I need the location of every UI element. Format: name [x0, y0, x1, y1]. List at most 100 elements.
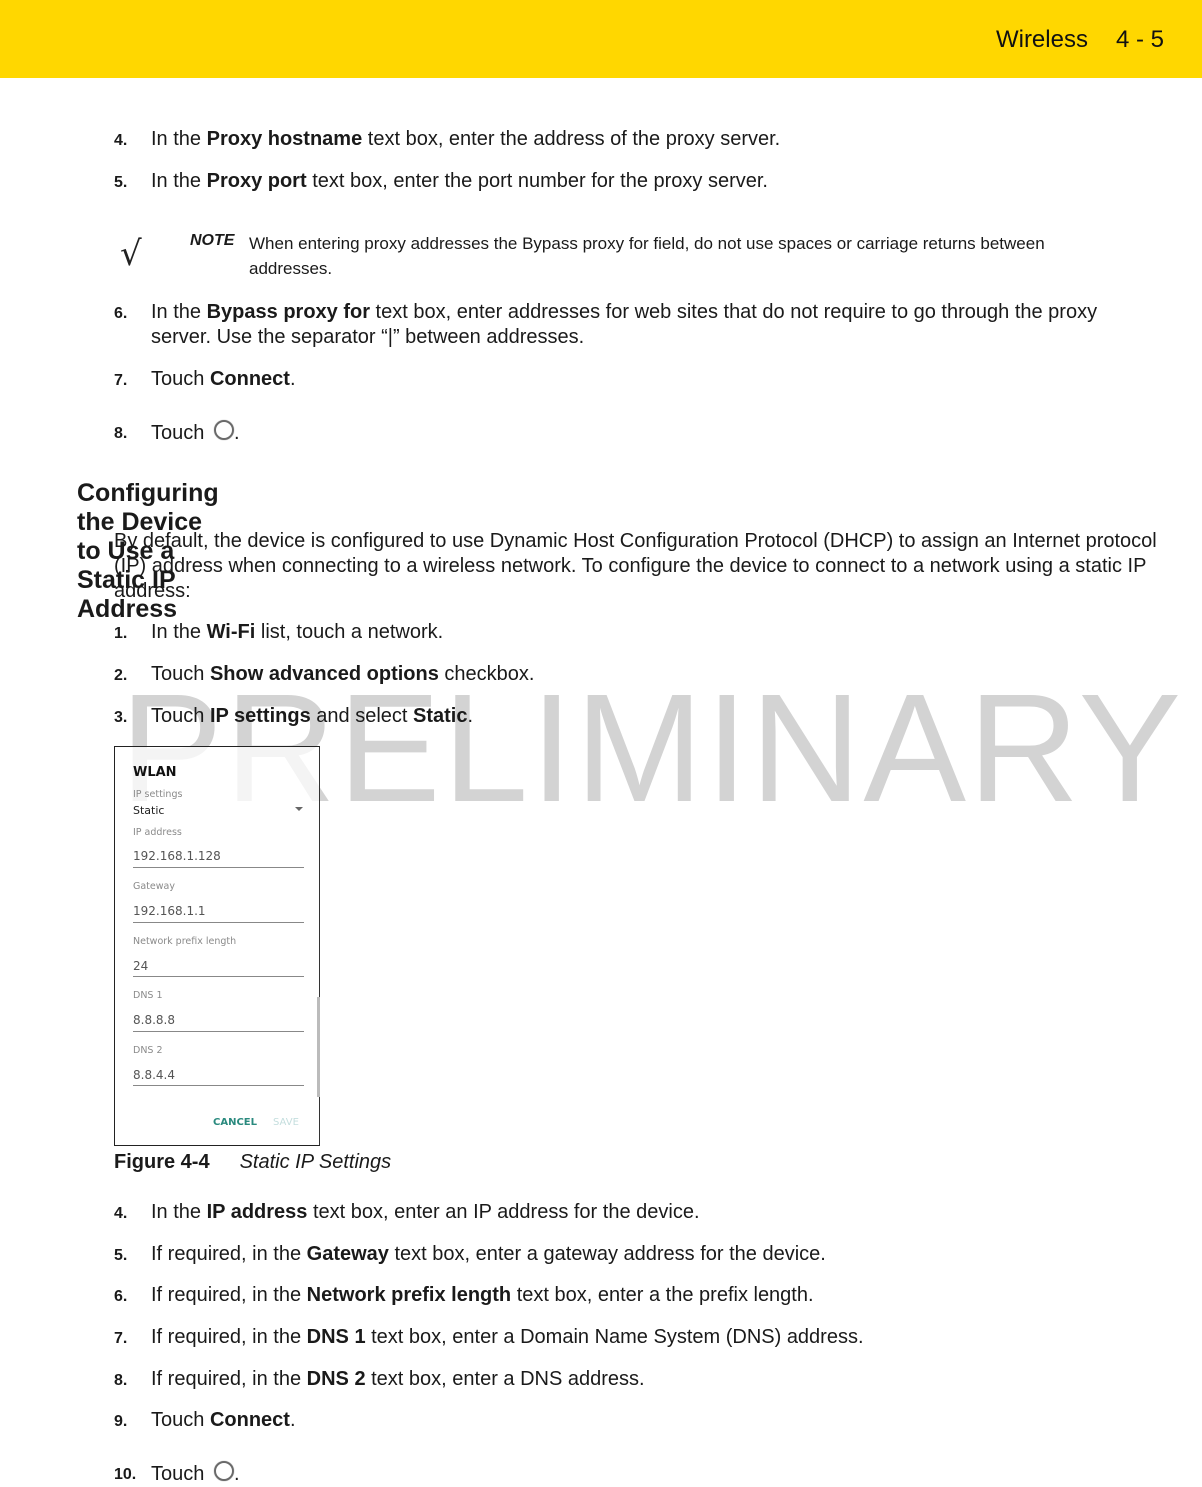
step-item: 7. Touch Connect. [114, 367, 1154, 392]
text: In the [151, 1201, 207, 1223]
ip-address-field[interactable]: 192.168.1.128 [133, 849, 221, 863]
step-item: 8. If required, in the DNS 2 text box, e… [114, 1367, 1154, 1392]
ui-term: DNS 1 [306, 1326, 366, 1348]
step-text: Touch . [151, 420, 1154, 446]
text: If required, in the [151, 1284, 307, 1306]
step-item: 4. In the Proxy hostname text box, enter… [114, 127, 1154, 152]
text: If required, in the [151, 1368, 307, 1390]
ui-term: Gateway [306, 1243, 389, 1265]
circle-home-icon [213, 1461, 234, 1481]
ui-term: Network prefix length [306, 1284, 512, 1306]
step-number: 8. [114, 425, 128, 442]
text: text box, enter a gateway address for th… [388, 1243, 826, 1265]
step-text: Touch Connect. [151, 367, 1154, 392]
text: In the [151, 128, 207, 150]
text: Touch [151, 368, 210, 390]
text: In the [151, 170, 207, 192]
cancel-button[interactable]: CANCEL [213, 1117, 257, 1128]
page-header: Wireless 4 - 5 [0, 0, 1202, 78]
text: If required, in the [151, 1326, 307, 1348]
gateway-field[interactable]: 192.168.1.1 [133, 904, 206, 918]
step-item: 1. In the Wi-Fi list, touch a network. [114, 620, 1154, 645]
prefix-length-field[interactable]: 24 [133, 959, 148, 973]
gateway-label: Gateway [133, 881, 175, 892]
ip-address-label: IP address [133, 827, 182, 838]
step-number: 8. [114, 1372, 128, 1389]
text: If required, in the [151, 1243, 307, 1265]
text: list, touch a network. [255, 621, 444, 643]
dialog-title: WLAN [133, 765, 177, 780]
step-text: In the Wi-Fi list, touch a network. [151, 620, 1154, 645]
note-text: When entering proxy addresses the Bypass… [249, 234, 1045, 278]
step-number: 5. [114, 1247, 128, 1264]
figure-title: Static IP Settings [239, 1151, 392, 1173]
ip-settings-label: IP settings [133, 789, 183, 800]
step-number: 5. [114, 174, 128, 191]
text: . [289, 368, 296, 390]
header-section: Wireless [995, 26, 1088, 53]
dns1-field[interactable]: 8.8.8.8 [133, 1013, 175, 1027]
checkmark-icon: √ [120, 234, 142, 274]
step-item: 7. If required, in the DNS 1 text box, e… [114, 1325, 1154, 1350]
text: text box, enter a DNS address. [365, 1368, 645, 1390]
text: text box, enter an IP address for the de… [307, 1201, 700, 1223]
dns2-field[interactable]: 8.8.4.4 [133, 1068, 175, 1082]
step-text: If required, in the DNS 1 text box, ente… [151, 1325, 1154, 1350]
step-text: In the Proxy hostname text box, enter th… [151, 127, 1154, 152]
step-text: Touch . [151, 1461, 1154, 1487]
static-ip-settings-screenshot: WLAN IP settings Static IP address 192.1… [114, 746, 320, 1146]
step-number: 7. [114, 372, 128, 389]
dns2-label: DNS 2 [133, 1045, 163, 1056]
step-number: 1. [114, 625, 128, 642]
ui-term: Bypass proxy for [206, 301, 370, 323]
dropdown-arrow-icon[interactable] [295, 807, 303, 811]
step-text: In the Proxy port text box, enter the po… [151, 169, 1154, 194]
text: Touch [151, 663, 210, 685]
field-underline [133, 1031, 304, 1032]
step-item: 10. Touch . [114, 1461, 1154, 1487]
ui-term: Proxy port [206, 170, 307, 192]
field-underline [133, 867, 304, 868]
step-text: Touch IP settings and select Static. [151, 704, 1154, 729]
text: text box, enter the port number for the … [306, 170, 768, 192]
step-number: 2. [114, 667, 128, 684]
ui-term: Proxy hostname [206, 128, 363, 150]
step-number: 6. [114, 305, 128, 322]
text: text box, enter the address of the proxy… [362, 128, 781, 150]
text: In the [151, 621, 207, 643]
step-item: 5. In the Proxy port text box, enter the… [114, 169, 1154, 194]
step-number: 6. [114, 1288, 128, 1305]
step-number: 4. [114, 1205, 128, 1222]
step-item: 9. Touch Connect. [114, 1408, 1154, 1433]
text: In the [151, 301, 207, 323]
step-text: In the IP address text box, enter an IP … [151, 1200, 1154, 1225]
text: and select [310, 705, 414, 727]
step-number: 9. [114, 1413, 128, 1430]
text: . [233, 422, 240, 444]
figure-number: Figure 4-4 [114, 1151, 210, 1173]
text: . [467, 705, 474, 727]
ui-term: IP address [206, 1201, 308, 1223]
note-box: √ NOTE When entering proxy addresses the… [120, 228, 1120, 278]
field-underline [133, 922, 304, 923]
step-text: If required, in the Gateway text box, en… [151, 1242, 1154, 1267]
step-text: In the Bypass proxy for text box, enter … [151, 300, 1154, 350]
step-item: 2. Touch Show advanced options checkbox. [114, 662, 1154, 687]
step-number: 7. [114, 1330, 128, 1347]
step-number: 10. [114, 1466, 137, 1483]
save-button[interactable]: SAVE [273, 1117, 299, 1128]
step-item: 6. In the Bypass proxy for text box, ent… [114, 300, 1154, 350]
dns1-label: DNS 1 [133, 990, 163, 1001]
ui-term: DNS 2 [306, 1368, 366, 1390]
circle-home-icon [213, 420, 234, 440]
ui-term: Connect [209, 1409, 290, 1431]
ui-term: Show advanced options [209, 663, 439, 685]
step-item: 3. Touch IP settings and select Static. [114, 704, 1154, 729]
field-underline [133, 1085, 304, 1086]
text: text box, enter a Domain Name System (DN… [365, 1326, 864, 1348]
scrollbar[interactable] [317, 997, 320, 1097]
note-label: NOTE [190, 232, 235, 249]
ip-settings-dropdown[interactable]: Static [133, 804, 164, 817]
step-text: If required, in the Network prefix lengt… [151, 1283, 1154, 1308]
text: text box, enter a the prefix length. [511, 1284, 814, 1306]
